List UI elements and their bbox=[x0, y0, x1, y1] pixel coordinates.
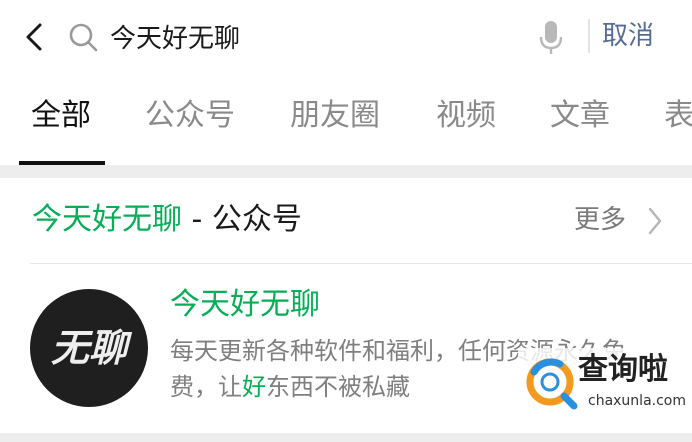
avatar: 无聊 bbox=[30, 289, 148, 407]
section-suffix: - 公众号 bbox=[182, 202, 302, 237]
magnifier-logo-icon bbox=[526, 358, 578, 410]
search-divider bbox=[588, 19, 590, 53]
section-title: 今天好无聊 - 公众号 bbox=[32, 198, 302, 242]
row-divider bbox=[30, 263, 692, 264]
tab-articles[interactable]: 文章 bbox=[550, 93, 610, 139]
tab-official-accounts[interactable]: 公众号 bbox=[145, 93, 235, 139]
search-input[interactable] bbox=[110, 14, 510, 58]
watermark-domain: chaxunla.com bbox=[588, 393, 686, 409]
section-separator bbox=[0, 165, 692, 178]
section-keyword: 今天好无聊 bbox=[32, 202, 182, 237]
microphone-icon[interactable] bbox=[536, 17, 566, 57]
more-button[interactable]: 更多 bbox=[574, 200, 626, 240]
watermark-name: 查询啦 bbox=[578, 352, 668, 387]
description-text-end: 东西不被私藏 bbox=[266, 373, 410, 401]
search-icon bbox=[69, 23, 98, 52]
tab-bar: 全部 公众号 朋友圈 视频 文章 表 bbox=[0, 75, 692, 165]
section-header: 今天好无聊 - 公众号 更多 bbox=[0, 178, 692, 264]
back-arrow-icon[interactable] bbox=[18, 17, 52, 57]
bottom-separator bbox=[0, 433, 692, 442]
cancel-button[interactable]: 取消 bbox=[602, 14, 654, 58]
search-bar: 取消 bbox=[0, 0, 692, 74]
tab-moments[interactable]: 朋友圈 bbox=[290, 93, 380, 139]
tab-videos[interactable]: 视频 bbox=[436, 93, 496, 139]
description-highlight: 好 bbox=[242, 373, 266, 401]
chevron-right-icon[interactable] bbox=[646, 205, 664, 237]
tab-all[interactable]: 全部 bbox=[31, 93, 91, 139]
watermark: 查询啦 chaxunla.com bbox=[518, 348, 690, 418]
avatar-logo-text: 无聊 bbox=[51, 325, 133, 370]
result-name: 今天好无聊 bbox=[170, 287, 320, 322]
tab-more-cut-off[interactable]: 表 bbox=[664, 93, 692, 139]
